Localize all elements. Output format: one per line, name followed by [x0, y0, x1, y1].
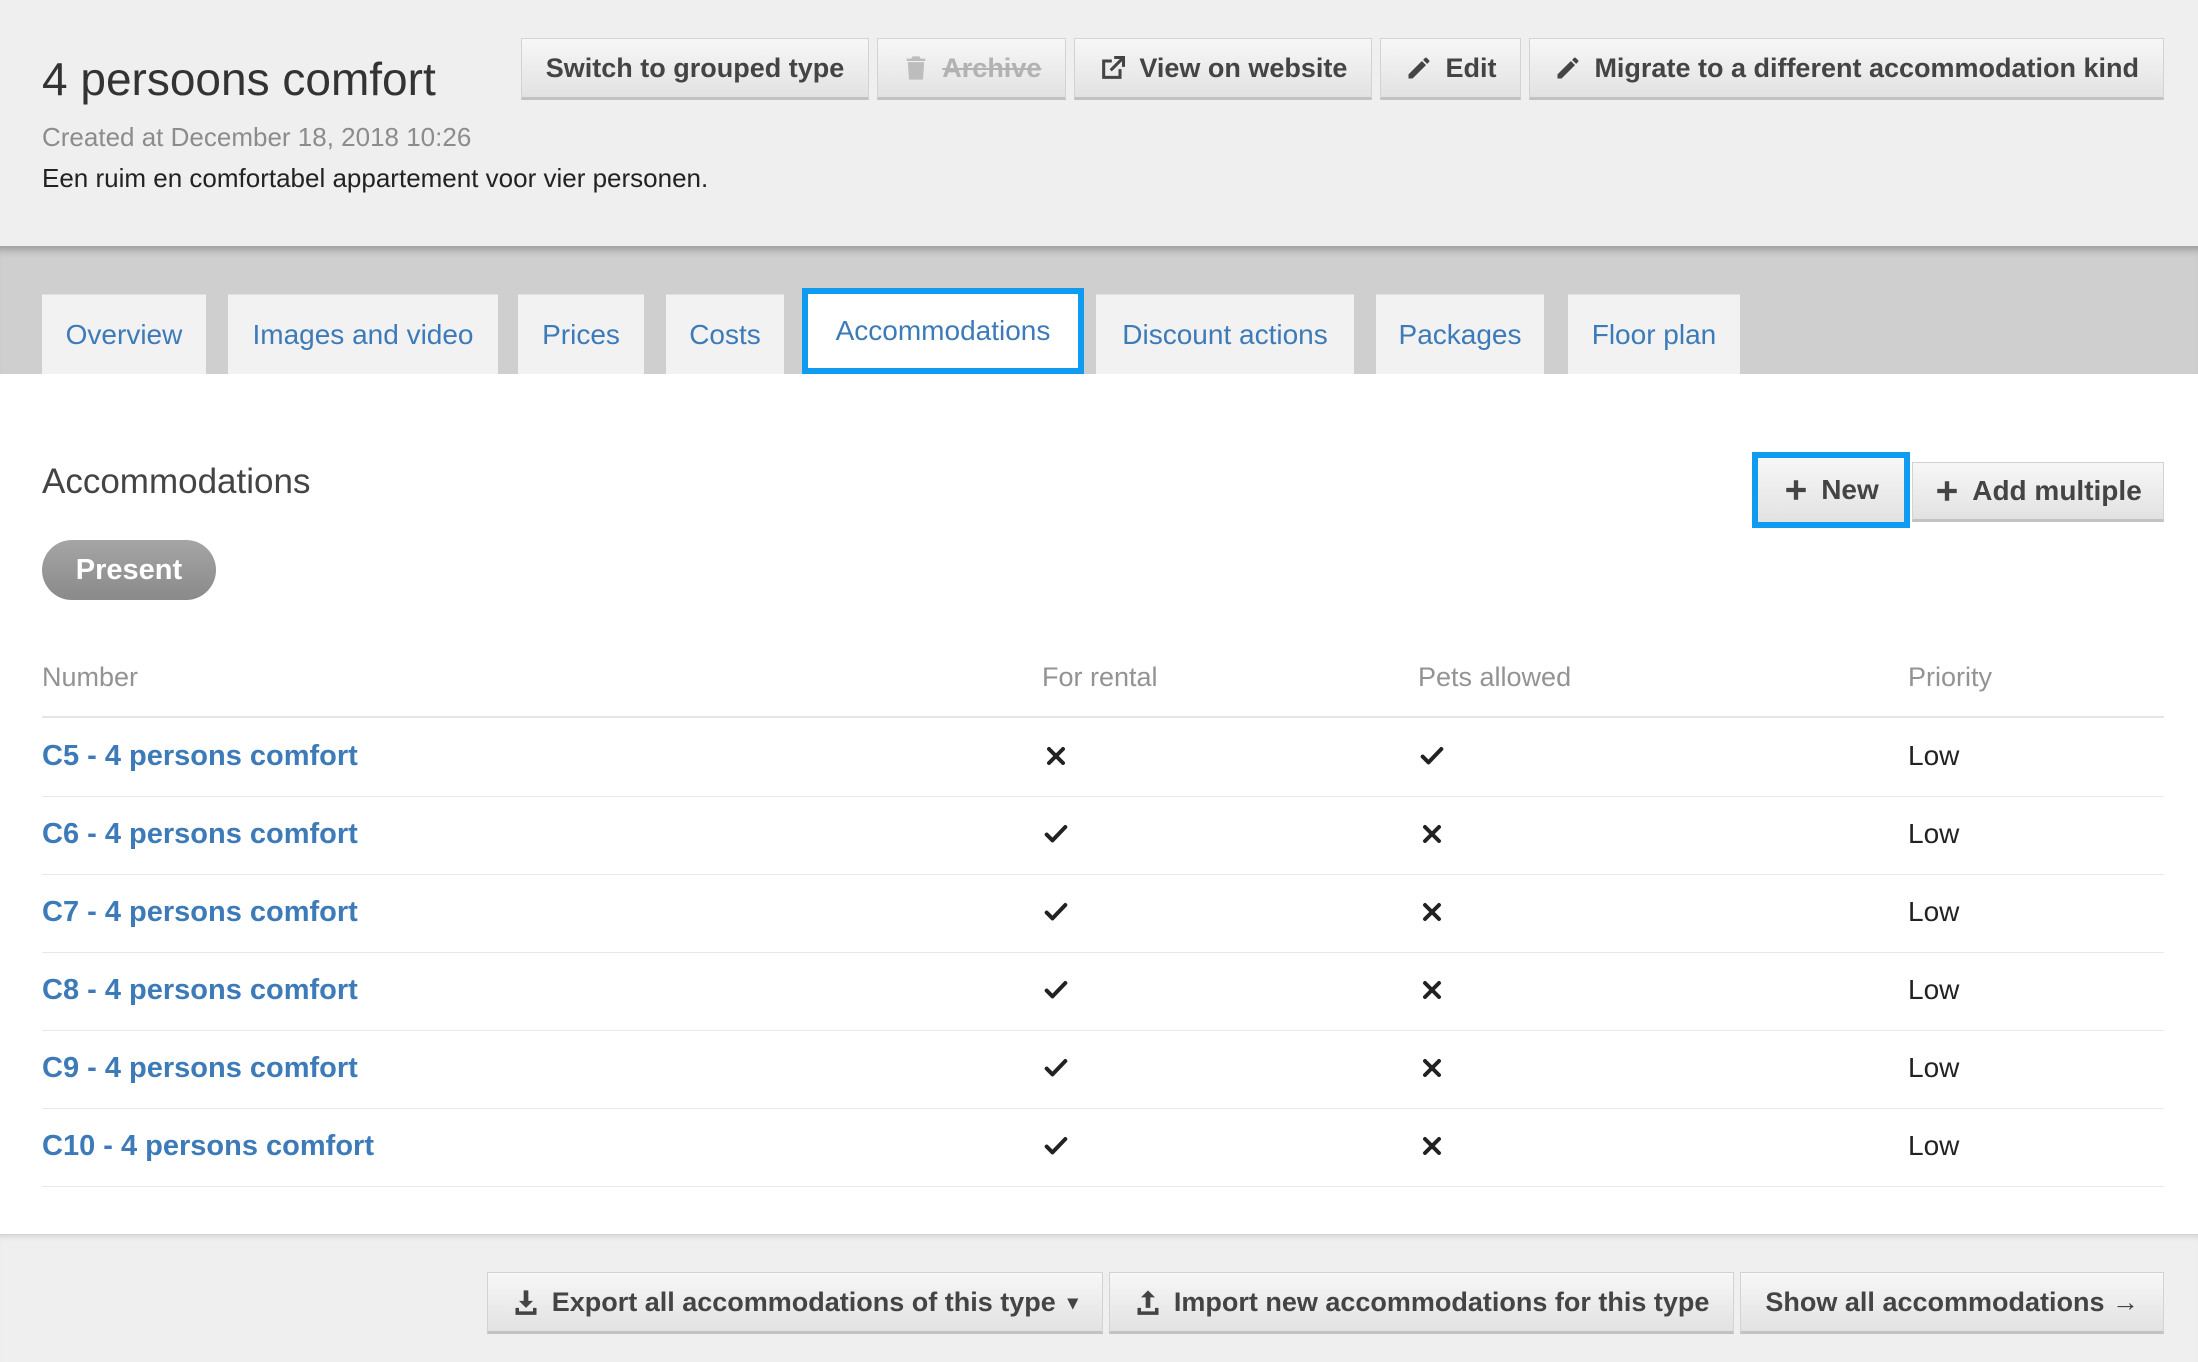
import-label: Import new accommodations for this type	[1173, 1286, 1710, 1317]
created-timestamp: Created at December 18, 2018 10:26	[42, 122, 472, 152]
tab-images-and-video[interactable]: Images and video	[228, 294, 498, 374]
archive-label: Archive	[942, 52, 1042, 83]
new-button[interactable]: New	[1752, 452, 1910, 528]
plus-icon	[1786, 480, 1806, 500]
switch-label: Switch to grouped type	[545, 52, 845, 83]
table-row: C9 - 4 persons comfort Low	[42, 1030, 2164, 1109]
new-label: New	[1821, 474, 1879, 505]
accommodation-link[interactable]: C8 - 4 persons comfort	[42, 974, 358, 1007]
check-icon	[1044, 1059, 1068, 1077]
header-pets-allowed: Pets allowed	[1418, 662, 1572, 692]
export-button[interactable]: Export all accommodations of this type ▾	[486, 1272, 1103, 1334]
tab-overview[interactable]: Overview	[42, 294, 206, 374]
priority-cell: Low	[1908, 896, 1960, 927]
table-row: C8 - 4 persons comfort Low	[42, 952, 2164, 1031]
download-icon	[515, 1290, 537, 1315]
show-all-label: Show all accommodations →	[1765, 1286, 2139, 1317]
pets-allowed-cell	[1418, 1054, 1446, 1087]
check-icon	[1044, 825, 1068, 843]
pets-allowed-cell	[1418, 1132, 1446, 1165]
migrate-label: Migrate to a different accommodation kin…	[1594, 52, 2139, 83]
tab-prices[interactable]: Prices	[518, 294, 644, 374]
tab-packages[interactable]: Packages	[1376, 294, 1544, 374]
tab-accommodations[interactable]: Accommodations	[802, 288, 1084, 374]
for-rental-cell	[1042, 898, 1070, 931]
pencil-icon	[1557, 57, 1579, 79]
header-for-rental: For rental	[1042, 662, 1158, 692]
table-row: C10 - 4 persons comfort Low	[42, 1108, 2164, 1187]
migrate-kind-button[interactable]: Migrate to a different accommodation kin…	[1529, 38, 2164, 100]
page-header: 4 persoons comfort Created at December 1…	[0, 0, 2198, 246]
header-priority: Priority	[1908, 662, 1993, 692]
priority-cell: Low	[1908, 740, 1960, 771]
table-row: C6 - 4 persons comfort Low	[42, 796, 2164, 875]
pets-allowed-cell	[1418, 820, 1446, 853]
accommodation-link[interactable]: C10 - 4 persons comfort	[42, 1130, 374, 1163]
edit-label: Edit	[1445, 52, 1497, 83]
priority-cell: Low	[1908, 1052, 1960, 1083]
priority-cell: Low	[1908, 1130, 1960, 1161]
view-label: View on website	[1139, 52, 1348, 83]
tab-costs[interactable]: Costs	[666, 294, 784, 374]
section-title: Accommodations	[42, 462, 311, 501]
cross-icon	[1423, 825, 1441, 843]
add-multiple-label: Add multiple	[1972, 475, 2142, 506]
pets-allowed-cell	[1418, 898, 1446, 931]
caret-down-icon: ▾	[1067, 1291, 1078, 1314]
for-rental-cell	[1042, 976, 1070, 1009]
switch-grouped-type-button[interactable]: Switch to grouped type	[520, 38, 870, 100]
priority-cell: Low	[1908, 818, 1960, 849]
for-rental-cell	[1042, 742, 1070, 775]
pets-allowed-cell	[1418, 742, 1446, 775]
description: Een ruim en comfortabel appartement voor…	[42, 163, 709, 193]
edit-button[interactable]: Edit	[1380, 38, 1522, 100]
table-row: C5 - 4 persons comfort Low	[42, 718, 2164, 797]
priority-cell: Low	[1908, 974, 1960, 1005]
upload-icon	[1137, 1290, 1159, 1315]
cross-icon	[1423, 903, 1441, 921]
plus-icon	[1937, 481, 1957, 501]
check-icon	[1044, 903, 1068, 921]
filter-present-pill[interactable]: Present	[42, 540, 216, 600]
cross-icon	[1423, 981, 1441, 999]
check-icon	[1044, 981, 1068, 999]
page-title: 4 persoons comfort	[42, 53, 436, 105]
pets-allowed-cell	[1418, 976, 1446, 1009]
cross-icon	[1047, 747, 1065, 765]
header-toolbar: Switch to grouped type Archive View on w…	[520, 38, 2164, 100]
for-rental-cell	[1042, 1132, 1070, 1165]
view-on-website-button[interactable]: View on website	[1074, 38, 1373, 100]
footer-bar: Export all accommodations of this type ▾…	[0, 1234, 2198, 1362]
cross-icon	[1423, 1059, 1441, 1077]
tab-floor-plan[interactable]: Floor plan	[1568, 294, 1740, 374]
tab-discount-actions[interactable]: Discount actions	[1096, 294, 1354, 374]
trash-icon	[906, 56, 926, 80]
accommodation-link[interactable]: C7 - 4 persons comfort	[42, 896, 358, 929]
check-icon	[1420, 747, 1444, 765]
archive-button[interactable]: Archive	[877, 38, 1067, 100]
import-button[interactable]: Import new accommodations for this type	[1108, 1272, 1735, 1334]
accommodation-link[interactable]: C5 - 4 persons comfort	[42, 740, 358, 773]
accommodation-link[interactable]: C6 - 4 persons comfort	[42, 818, 358, 851]
table-row: C7 - 4 persons comfort Low	[42, 874, 2164, 953]
external-link-icon	[1102, 55, 1126, 79]
show-all-button[interactable]: Show all accommodations →	[1740, 1272, 2164, 1334]
cross-icon	[1423, 1137, 1441, 1155]
for-rental-cell	[1042, 1054, 1070, 1087]
export-label: Export all accommodations of this type	[551, 1286, 1056, 1317]
accommodation-link[interactable]: C9 - 4 persons comfort	[42, 1052, 358, 1085]
for-rental-cell	[1042, 820, 1070, 853]
add-multiple-button[interactable]: Add multiple	[1912, 462, 2164, 522]
pencil-icon	[1408, 57, 1430, 79]
check-icon	[1044, 1137, 1068, 1155]
header-number: Number	[42, 662, 139, 692]
